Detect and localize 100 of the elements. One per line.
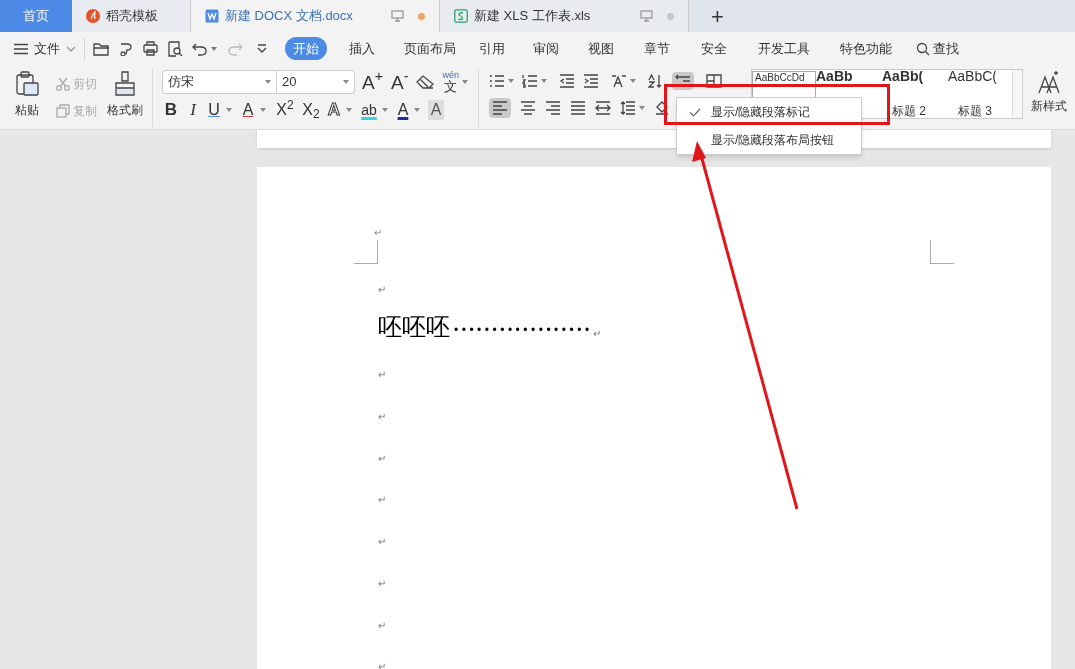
caret-icon[interactable] — [346, 108, 352, 112]
ribbon-tab[interactable]: 页面布局 — [397, 38, 463, 59]
format-button[interactable]: I — [184, 100, 202, 120]
bullet-list-icon[interactable] — [489, 74, 505, 88]
format-button[interactable]: ab — [360, 100, 378, 120]
margin-corner — [354, 240, 378, 264]
justify-icon[interactable] — [570, 101, 586, 115]
line-spacing-icon[interactable] — [620, 101, 636, 115]
format-button[interactable]: X$^{2}$ — [274, 100, 296, 120]
font-size-field[interactable]: 20 — [277, 70, 355, 94]
share-icon[interactable] — [119, 41, 134, 56]
paragraph-mark: ↵ — [378, 662, 386, 669]
layout-icon[interactable] — [706, 74, 722, 88]
paragraph-mark: ↵ — [592, 328, 601, 339]
paragraph-mark: ↵ — [378, 578, 386, 589]
chevron-down-icon[interactable] — [66, 45, 76, 52]
ribbon-tab[interactable]: 视图 — [576, 38, 626, 59]
shrink-font-button[interactable]: A$^{-}$ — [391, 72, 409, 92]
styles-icon[interactable] — [1036, 69, 1062, 95]
format-button[interactable]: U — [206, 100, 222, 120]
text-direction-icon[interactable] — [611, 74, 627, 88]
shading-icon[interactable] — [654, 101, 670, 115]
format-button[interactable]: A — [396, 100, 410, 120]
paragraph-mark: ↵ — [374, 226, 382, 240]
ribbon-tab[interactable]: 特色功能 — [828, 38, 904, 59]
paragraph-mark: ↵ — [378, 495, 386, 506]
printer-icon[interactable] — [143, 41, 158, 56]
format-button[interactable]: B — [162, 100, 180, 120]
numbered-list-icon[interactable] — [522, 74, 538, 88]
clipboard-icon[interactable] — [15, 71, 39, 97]
caret-icon[interactable] — [630, 79, 636, 83]
word-doc-icon[interactable] — [205, 9, 219, 23]
paintbrush-icon[interactable] — [114, 71, 136, 97]
caret-icon[interactable] — [461, 80, 468, 84]
caret-icon[interactable] — [508, 79, 514, 83]
align-left-button[interactable] — [489, 98, 511, 118]
paragraph-mark: ↵ — [378, 537, 386, 548]
distribute-icon[interactable] — [595, 101, 611, 115]
heading-text: 呸呸呸 — [378, 314, 450, 339]
search-button[interactable]: 查找 — [916, 38, 959, 59]
decrease-indent-icon[interactable] — [559, 74, 575, 88]
margin-corner — [930, 240, 954, 264]
paragraph-mark: ↵ — [378, 453, 386, 464]
align-center-icon[interactable] — [520, 101, 536, 115]
style-name: 标题 3 — [957, 105, 992, 117]
eraser-icon[interactable] — [416, 74, 435, 90]
more-icon[interactable] — [257, 43, 267, 54]
folder-icon[interactable] — [93, 41, 110, 56]
file-menu[interactable]: 文件 — [34, 38, 60, 59]
paragraph-mark: ↵ — [378, 284, 386, 295]
paragraph-mark: ↵ — [378, 620, 386, 631]
style-preview[interactable]: AaBb( — [882, 71, 924, 82]
caret-icon[interactable] — [226, 108, 232, 112]
phonetic-guide-button[interactable]: wén 文 — [442, 71, 459, 93]
style-preview[interactable]: AaBb — [816, 71, 853, 82]
undo-icon[interactable] — [192, 41, 208, 56]
tab-leader: •••••••••••••••••• — [454, 323, 593, 336]
align-left-icon — [492, 101, 508, 115]
style-preview[interactable]: AaBbC( — [948, 71, 998, 82]
increase-indent-icon[interactable] — [583, 74, 599, 88]
document-tab[interactable]: 稻壳模板 — [72, 0, 191, 32]
paragraph-mark: ↵ — [378, 370, 386, 381]
align-right-icon[interactable] — [545, 101, 561, 115]
menu-item[interactable]: 显示/隐藏段落布局按钮 — [677, 126, 861, 154]
menu-icon[interactable] — [14, 42, 28, 55]
font-name-field[interactable]: 仿宋 — [162, 70, 277, 94]
new-tab-button[interactable]: + — [697, 0, 738, 32]
style-preview[interactable]: AaBbCcDd — [755, 72, 805, 83]
document-tab[interactable]: 新建 XLS 工作表.xls — [440, 0, 689, 32]
caret-icon[interactable] — [382, 108, 388, 112]
format-painter-button[interactable]: 格式刷 — [107, 71, 143, 127]
format-button[interactable]: A — [428, 100, 444, 120]
search-icon[interactable] — [916, 41, 930, 56]
ribbon-tab[interactable]: 插入 — [332, 38, 392, 59]
style-name: 标题 2 — [891, 105, 926, 117]
ribbon-tab[interactable]: 安全 — [688, 38, 740, 59]
ribbon-tab[interactable]: 章节 — [631, 38, 683, 59]
caret-icon[interactable] — [211, 46, 217, 51]
sort-icon[interactable] — [648, 74, 664, 88]
spreadsheet-icon[interactable] — [454, 9, 468, 23]
caret-icon[interactable] — [541, 79, 547, 83]
menu-item[interactable]: 显示/隐藏段落标记 — [677, 98, 861, 126]
ribbon-tab[interactable]: 审阅 — [521, 38, 571, 59]
grow-font-button[interactable]: A$^{+}$ — [362, 72, 383, 92]
caret-icon[interactable] — [639, 106, 645, 110]
caret-icon[interactable] — [265, 80, 271, 84]
caret-icon[interactable] — [343, 80, 349, 84]
ribbon-tab[interactable]: 引用 — [468, 38, 516, 59]
caret-icon[interactable] — [414, 108, 420, 112]
format-button[interactable]: X$_{2}$ — [300, 100, 322, 120]
document-tab[interactable]: 新建 DOCX 文档.docx — [191, 0, 440, 32]
paste-button[interactable]: 粘贴 — [12, 71, 42, 127]
flame-icon[interactable] — [86, 9, 100, 23]
new-style-button[interactable]: 新样式 — [1031, 69, 1067, 115]
print-preview-icon[interactable] — [167, 40, 183, 57]
paragraph-mark: ↵ — [378, 412, 386, 423]
ribbon-tab[interactable]: 开发工具 — [745, 38, 823, 59]
gallery-scrollbar[interactable] — [1012, 70, 1022, 118]
caret-icon[interactable] — [260, 108, 266, 112]
format-button[interactable]: A — [240, 100, 256, 120]
